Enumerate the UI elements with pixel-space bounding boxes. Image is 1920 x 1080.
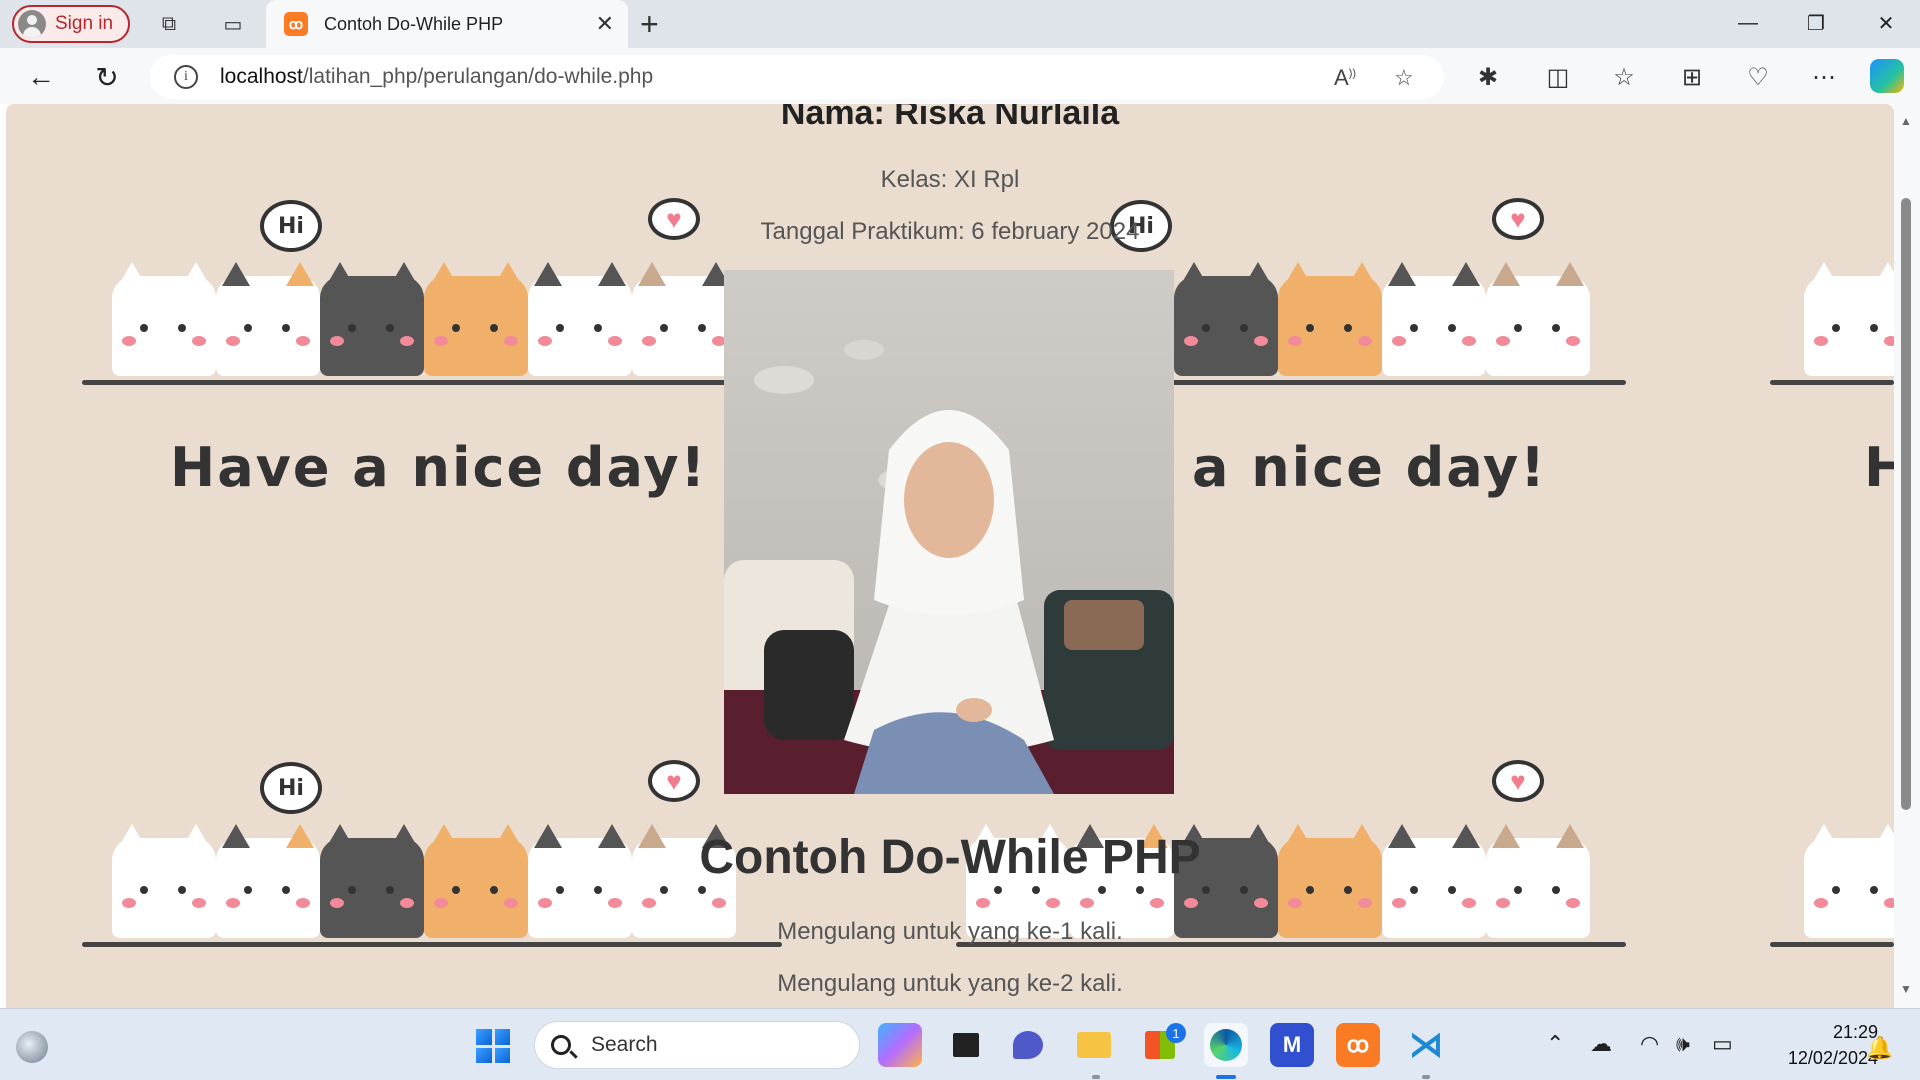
new-tab-button[interactable]: +	[640, 6, 659, 43]
tab-actions-icon[interactable]: ▭	[218, 9, 248, 39]
search-icon	[551, 1035, 571, 1055]
browser-titlebar: Sign in ⧉ ▭ ꝏ Contoh Do-While PHP ✕ + — …	[0, 0, 1920, 48]
hi-speech-bubble: Hi	[260, 762, 322, 814]
xampp-app-icon[interactable]: ꝏ	[1336, 1023, 1380, 1067]
cat-illustration	[112, 262, 216, 376]
split-screen-icon[interactable]: ◫	[1542, 62, 1574, 92]
copilot-preview-app-icon[interactable]	[878, 1023, 922, 1067]
address-bar[interactable]: i localhost/latihan_php/perulangan/do-wh…	[150, 55, 1444, 99]
minimize-button[interactable]: —	[1728, 8, 1768, 38]
student-name: Nama: Riska Nurlaila	[780, 104, 1120, 132]
heart-speech-bubble-icon: ♥	[1492, 760, 1544, 802]
loop-output-line: Mengulang untuk yang ke-2 kali.	[777, 970, 1123, 997]
search-placeholder: Search	[591, 1033, 658, 1056]
shelf-line	[82, 380, 782, 385]
student-photo	[724, 270, 1174, 794]
close-tab-icon[interactable]: ✕	[596, 11, 614, 37]
student-class: Kelas: XI Rpl	[880, 166, 1020, 193]
profile-avatar-icon	[18, 10, 46, 38]
battery-icon[interactable]: ▭	[1712, 1031, 1733, 1057]
settings-more-icon[interactable]: ⋯	[1808, 62, 1840, 92]
tab-active[interactable]: ꝏ Contoh Do-While PHP ✕	[266, 0, 628, 48]
show-hidden-icons-chevron-icon[interactable]: ⌃	[1546, 1031, 1564, 1057]
cat-illustration	[1174, 262, 1278, 376]
read-aloud-icon[interactable]: A))	[1334, 65, 1356, 91]
close-window-button[interactable]: ✕	[1866, 8, 1906, 38]
cat-illustration	[528, 262, 632, 376]
app-running-indicator	[1422, 1075, 1430, 1079]
refresh-button[interactable]: ↻	[90, 60, 124, 94]
store-notification-badge: 1	[1166, 1023, 1186, 1043]
weather-widget-icon[interactable]	[16, 1031, 48, 1063]
scroll-down-arrow-icon[interactable]: ▼	[1900, 982, 1912, 996]
sign-in-button[interactable]: Sign in	[12, 5, 130, 43]
student-photo-illustration	[724, 270, 1174, 794]
shelf-line	[1770, 380, 1894, 385]
cat-illustration	[320, 262, 424, 376]
cat-illustration	[1804, 262, 1894, 376]
cat-illustration	[632, 262, 736, 376]
url-host: localhost	[220, 65, 303, 88]
restore-button[interactable]: ❐	[1796, 8, 1836, 38]
collections-icon[interactable]: ⊞	[1676, 62, 1708, 92]
cat-illustration	[1278, 262, 1382, 376]
address-url[interactable]: localhost/latihan_php/perulangan/do-whil…	[220, 65, 653, 89]
taskbar-search-box[interactable]: Search	[534, 1021, 860, 1069]
app-running-indicator	[1092, 1075, 1100, 1079]
scrollbar-thumb[interactable]	[1901, 198, 1911, 810]
copilot-icon[interactable]	[1870, 59, 1904, 93]
site-info-icon[interactable]: i	[174, 65, 198, 89]
workspaces-icon[interactable]: ⧉	[154, 9, 184, 39]
cat-illustration	[1382, 262, 1486, 376]
xampp-favicon-icon: ꝏ	[284, 12, 308, 36]
practicum-date: Tanggal Praktikum: 6 february 2024	[760, 218, 1140, 245]
back-button[interactable]: ←	[24, 60, 58, 94]
edge-browser-icon[interactable]	[1204, 1023, 1248, 1067]
page-scrollbar[interactable]: ▲ ▼	[1894, 104, 1920, 1008]
favorites-icon[interactable]: ☆	[1608, 62, 1640, 92]
sign-in-label: Sign in	[55, 13, 114, 34]
start-button-icon[interactable]	[476, 1029, 510, 1063]
chat-app-icon[interactable]	[1006, 1023, 1050, 1067]
system-clock[interactable]: 21:29 12/02/2024	[1748, 1019, 1878, 1071]
task-view-icon[interactable]	[944, 1023, 988, 1067]
url-path: /latihan_php/perulangan/do-while.php	[302, 65, 654, 88]
vscode-icon[interactable]: ⋊	[1404, 1023, 1448, 1067]
app-active-indicator	[1216, 1075, 1236, 1079]
favorite-star-icon[interactable]: ☆	[1394, 65, 1414, 91]
heart-speech-bubble-icon: ♥	[648, 760, 700, 802]
windows-taskbar: Search 1 M ꝏ ⋊ ⌃ ☁ ◠ 🕪 ▭ 21:29 12/02/202…	[0, 1008, 1920, 1080]
volume-icon[interactable]: 🕪	[1676, 1031, 1690, 1057]
math-app-icon[interactable]: M	[1270, 1023, 1314, 1067]
onedrive-cloud-icon[interactable]: ☁	[1590, 1031, 1612, 1057]
cat-illustration	[216, 262, 320, 376]
nice-day-text-fragment: a nice day!	[1192, 436, 1547, 499]
notification-bell-icon[interactable]: 🔔	[1866, 1035, 1893, 1061]
browser-toolbar: ← ↻ i localhost/latihan_php/perulangan/d…	[0, 48, 1920, 104]
cat-illustration	[1486, 262, 1590, 376]
extensions-icon[interactable]: ✱	[1472, 62, 1504, 92]
page-heading: Contoh Do-While PHP	[699, 831, 1201, 884]
scroll-up-arrow-icon[interactable]: ▲	[1900, 114, 1912, 128]
clock-time: 21:29	[1832, 1022, 1878, 1042]
cat-illustration	[424, 262, 528, 376]
browser-essentials-icon[interactable]: ♡	[1742, 62, 1774, 92]
file-explorer-icon[interactable]	[1072, 1023, 1116, 1067]
clock-date: 12/02/2024	[1787, 1048, 1878, 1068]
nice-day-text-fragment: H	[1864, 436, 1894, 499]
wifi-icon[interactable]: ◠	[1640, 1031, 1659, 1057]
tab-title: Contoh Do-While PHP	[324, 13, 504, 34]
loop-output-line: Mengulang untuk yang ke-1 kali.	[777, 918, 1123, 945]
shelf-line	[1170, 380, 1626, 385]
page-viewport: Hi ♥ Hi ♥ Have a nice day! a nice day! H…	[6, 104, 1894, 1008]
have-a-nice-day-text: Have a nice day!	[170, 436, 708, 499]
